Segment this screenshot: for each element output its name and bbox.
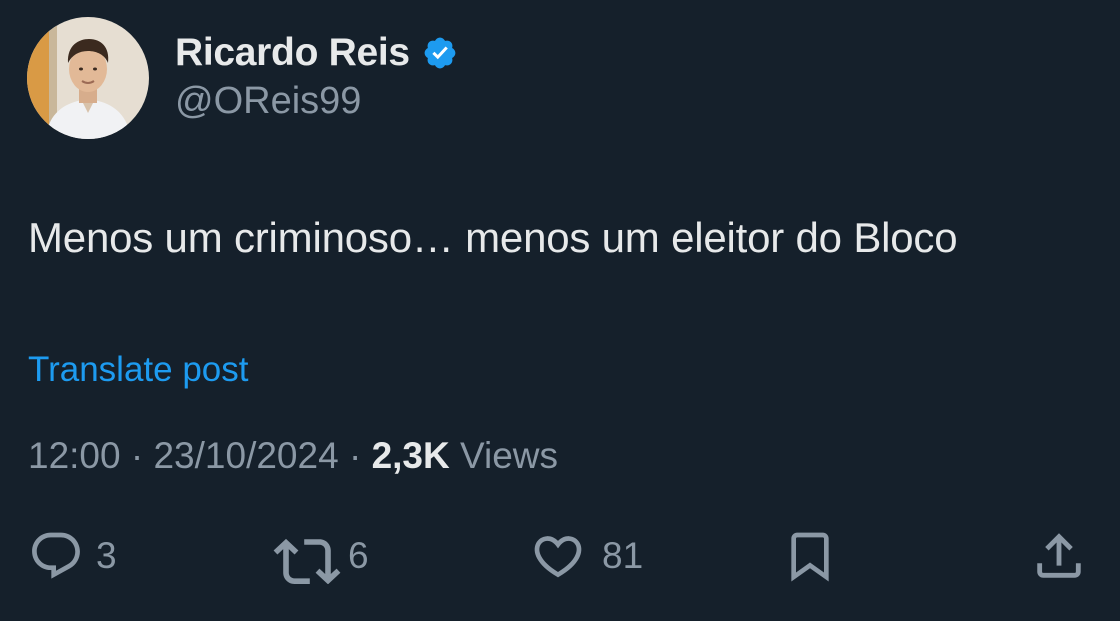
like-button[interactable]: 81 (528, 528, 643, 584)
views-label: Views (460, 435, 559, 476)
bookmark-button[interactable] (782, 528, 838, 584)
reply-icon (28, 528, 84, 584)
verified-badge-icon (422, 35, 458, 71)
post-time[interactable]: 12:00 (28, 435, 121, 476)
author-display-name[interactable]: Ricardo Reis (175, 31, 410, 75)
post-date[interactable]: 23/10/2024 (153, 435, 338, 476)
bookmark-icon (782, 526, 838, 586)
repost-icon (272, 528, 342, 584)
meta-separator: · (130, 435, 144, 476)
repost-count: 6 (348, 535, 369, 576)
repost-button[interactable]: 6 (272, 528, 369, 584)
author-name-row[interactable]: Ricardo Reis (175, 28, 458, 78)
reply-button[interactable]: 3 (28, 528, 117, 584)
author-handle[interactable]: @OReis99 (175, 80, 361, 123)
reply-count: 3 (96, 535, 117, 576)
like-count: 81 (602, 535, 644, 576)
views-count: 2,3K (371, 435, 450, 476)
share-icon (1030, 527, 1088, 585)
share-button[interactable] (1030, 528, 1088, 584)
post-metadata: 12:00 · 23/10/2024 · 2,3K Views (28, 435, 558, 477)
post-text: Menos um criminoso… menos um eleitor do … (28, 214, 958, 261)
avatar[interactable] (27, 17, 149, 139)
heart-icon (528, 528, 588, 584)
translate-post-link[interactable]: Translate post (28, 350, 248, 390)
meta-separator: · (348, 435, 362, 476)
